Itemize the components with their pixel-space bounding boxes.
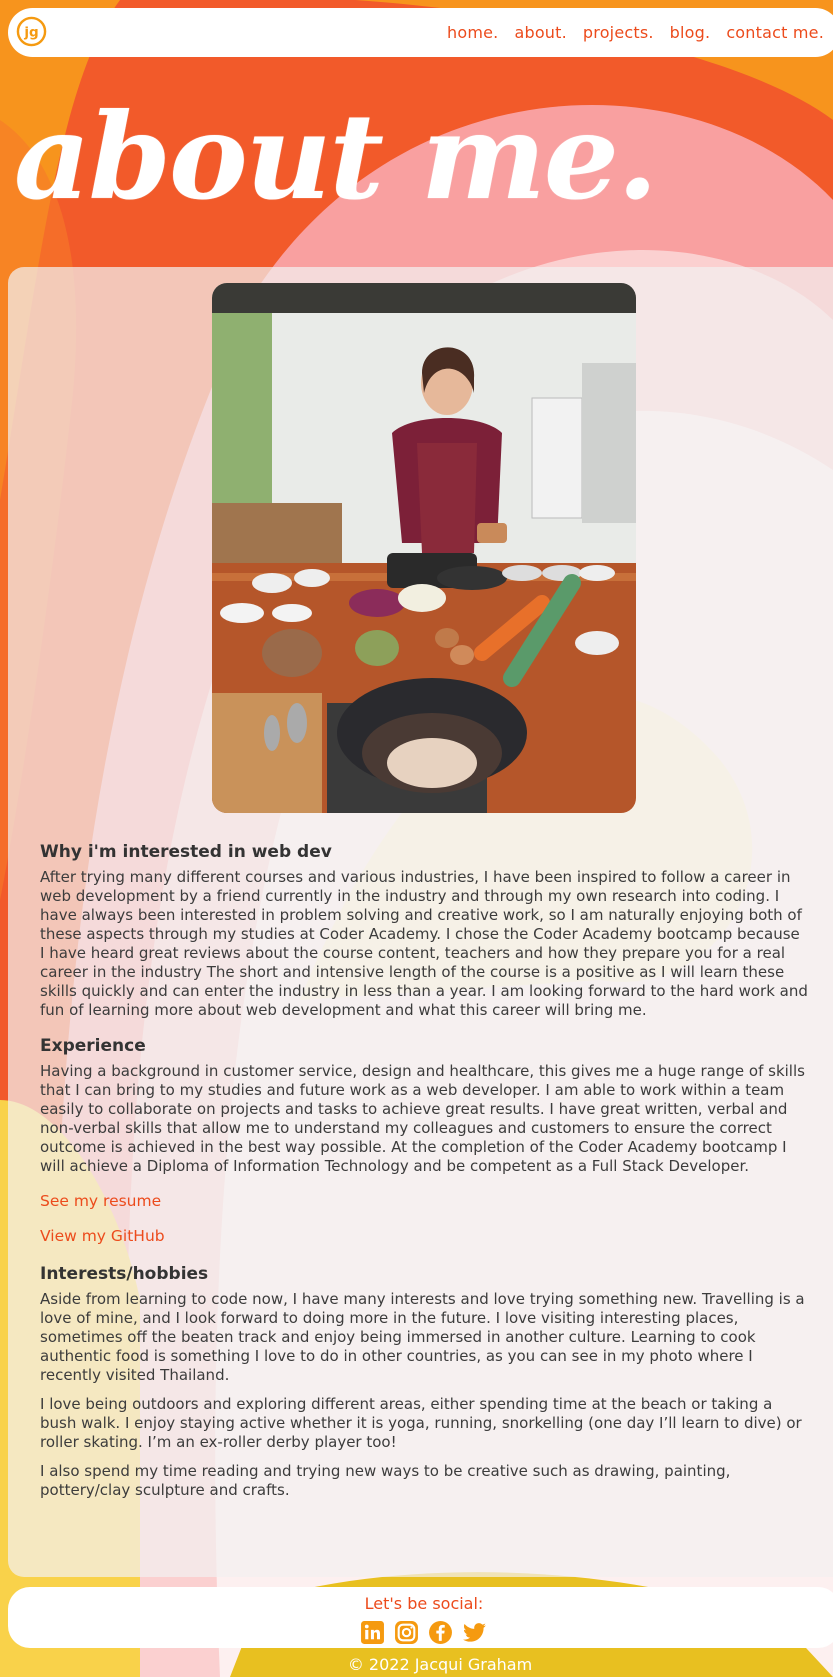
nav-link-contact[interactable]: contact me. xyxy=(726,23,824,42)
nav-links: home. about. projects. blog. contact me. xyxy=(431,8,824,57)
instagram-icon[interactable] xyxy=(394,1620,419,1645)
about-content: Why i'm interested in web dev After tryi… xyxy=(40,842,808,1510)
section-paragraph: I love being outdoors and exploring diff… xyxy=(40,1395,802,1451)
page-title: about me. xyxy=(14,87,658,226)
social-icons xyxy=(6,1620,833,1645)
nav-link-about[interactable]: about. xyxy=(514,23,566,42)
section-paragraph: Aside from learning to code now, I have … xyxy=(40,1290,805,1384)
section-heading-interests: Interests/hobbies xyxy=(40,1264,209,1284)
section-heading-web-dev: Why i'm interested in web dev xyxy=(40,842,332,862)
section-heading-experience: Experience xyxy=(40,1036,146,1056)
logo-text: jg xyxy=(23,24,38,40)
jg-logo-icon[interactable]: jg xyxy=(16,16,47,47)
copyright-text: © 2022 Jacqui Graham xyxy=(347,1655,533,1674)
top-nav-bar: jg home. about. projects. blog. contact … xyxy=(8,8,833,57)
nav-link-home[interactable]: home. xyxy=(447,23,498,42)
resume-link[interactable]: See my resume xyxy=(40,1192,808,1211)
facebook-icon[interactable] xyxy=(428,1620,453,1645)
section-paragraph: After trying many different courses and … xyxy=(40,868,808,1019)
github-link[interactable]: View my GitHub xyxy=(40,1227,808,1246)
social-footer: Let's be social: xyxy=(8,1587,833,1648)
section-paragraph: I also spend my time reading and trying … xyxy=(40,1462,731,1499)
profile-photo xyxy=(212,283,636,813)
cooking-photo-illustration xyxy=(212,283,636,813)
linkedin-icon[interactable] xyxy=(360,1620,385,1645)
twitter-icon[interactable] xyxy=(462,1620,487,1645)
nav-link-blog[interactable]: blog. xyxy=(670,23,711,42)
section-paragraph: Having a background in customer service,… xyxy=(40,1062,805,1175)
nav-link-projects[interactable]: projects. xyxy=(583,23,654,42)
social-title: Let's be social: xyxy=(364,1594,484,1613)
